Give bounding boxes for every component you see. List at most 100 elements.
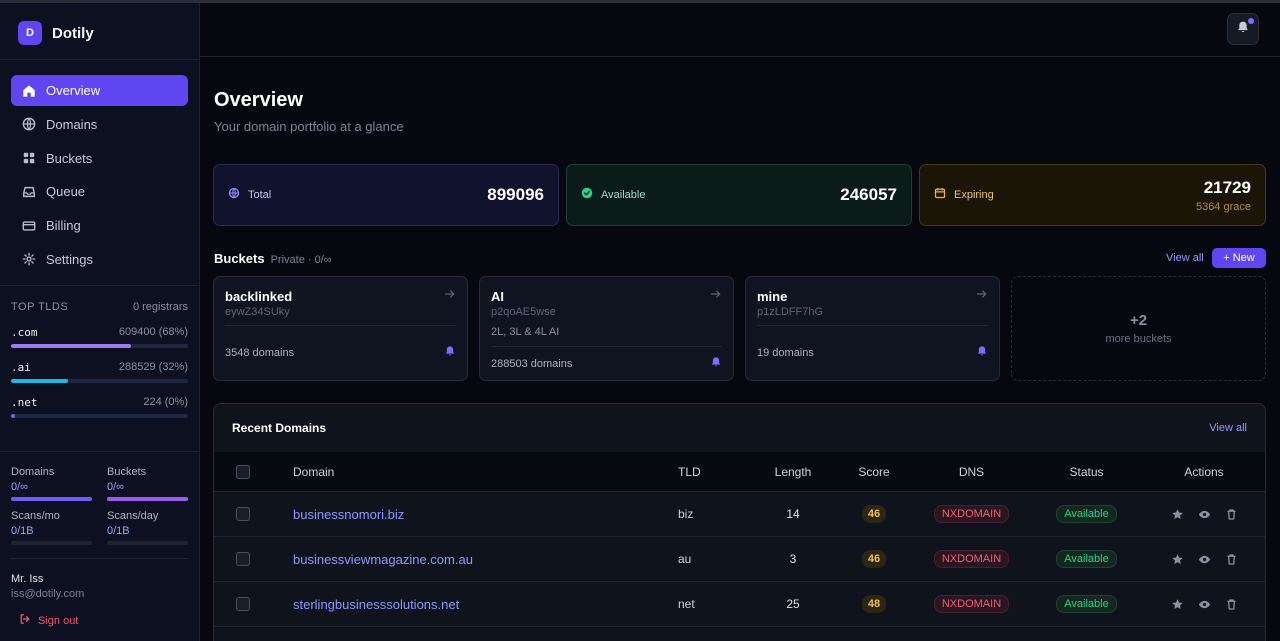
usage-item: Domains 0/∞ <box>11 466 92 501</box>
sidebar-item-label: Queue <box>46 184 86 200</box>
table-row[interactable]: sterlingbusinesssolutions.net net 25 48 NXDO… <box>214 582 1265 627</box>
page-title: Overview <box>214 89 303 111</box>
usage-item: Buckets 0/∞ <box>107 466 188 501</box>
sidebar-item-label: Buckets <box>46 150 93 166</box>
column-header-tld[interactable]: TLD <box>678 452 701 491</box>
tld-share-fill <box>11 344 132 348</box>
sidebar-divider <box>11 558 188 559</box>
tld-row: .com 609400 (68%) <box>11 326 188 348</box>
domain-link[interactable]: sterlingbusinesssolutions.net <box>293 597 459 612</box>
trash-icon[interactable] <box>1225 553 1238 566</box>
column-header-length[interactable]: Length <box>758 452 828 491</box>
tld-name: .com <box>11 326 38 339</box>
tld-name: .net <box>11 396 38 409</box>
eye-icon[interactable] <box>1198 553 1211 566</box>
more-buckets-card[interactable]: +2 more buckets <box>1011 276 1266 381</box>
dns-badge: NXDOMAIN <box>933 505 1010 523</box>
row-checkbox[interactable] <box>236 597 250 611</box>
usage-value: 0/1B <box>11 525 34 537</box>
table-header: Domain TLD Length Score DNS Status Actio… <box>214 452 1265 492</box>
dns-badge: NXDOMAIN <box>933 595 1010 613</box>
star-icon[interactable] <box>1171 508 1184 521</box>
stat-card-expiring[interactable]: Expiring 21729 5364 grace <box>919 164 1266 226</box>
status-badge: Available <box>1056 550 1117 568</box>
buckets-title: Buckets <box>214 251 265 266</box>
bell-icon[interactable] <box>710 355 722 373</box>
sign-out-button[interactable]: Sign out <box>19 613 78 628</box>
domain-link[interactable]: businessnomori.biz <box>293 507 404 522</box>
sidebar-nav: Overview Domains Buckets Queue Billing S… <box>11 75 188 278</box>
stat-card-available[interactable]: Available 246057 <box>566 164 912 226</box>
column-header-domain[interactable]: Domain <box>293 452 334 491</box>
domain-link[interactable]: businessviewmagazine.com.au <box>293 552 473 567</box>
top-tlds-panel: TOP TLDS 0 registrars .com 609400 (68%) .a… <box>11 301 188 418</box>
card-icon <box>22 219 36 233</box>
tld-share-bar <box>11 379 188 383</box>
bell-icon[interactable] <box>444 344 456 362</box>
score-badge: 46 <box>861 550 887 568</box>
brand-logo: D <box>18 21 42 45</box>
brand[interactable]: D Dotily <box>18 21 94 45</box>
more-buckets-count: +2 <box>1129 312 1148 329</box>
top-tlds-heading: TOP TLDS <box>11 301 69 313</box>
trash-icon[interactable] <box>1225 508 1238 521</box>
stat-card-total[interactable]: Total 899096 <box>213 164 559 226</box>
sidebar-item-billing[interactable]: Billing <box>11 210 188 241</box>
usage-fill <box>107 497 188 501</box>
sidebar-item-overview[interactable]: Overview <box>11 75 188 106</box>
sign-out-icon <box>19 613 31 628</box>
trash-icon[interactable] <box>1225 598 1238 611</box>
recent-view-all-link[interactable]: View all <box>1209 422 1247 434</box>
usage-label: Domains <box>11 466 55 478</box>
tld-name: .ai <box>11 361 31 374</box>
row-checkbox[interactable] <box>236 552 250 566</box>
table-row[interactable]: businessnomori.biz biz 14 46 NXDOMAIN Availab… <box>214 492 1265 537</box>
recent-domains-table: Domain TLD Length Score DNS Status Actio… <box>214 452 1265 627</box>
bucket-footer: 19 domains <box>757 325 988 380</box>
tld-cell: biz <box>678 507 694 521</box>
buckets-view-all-link[interactable]: View all <box>1166 252 1204 264</box>
bucket-id: p2qoAE5wse <box>491 306 556 318</box>
sidebar-item-label: Settings <box>46 251 93 267</box>
user-info: Mr. Iss iss@dotily.com <box>11 573 84 600</box>
column-header-dns[interactable]: DNS <box>924 452 1019 491</box>
column-header-status[interactable]: Status <box>1039 452 1134 491</box>
star-icon[interactable] <box>1171 553 1184 566</box>
bucket-card[interactable]: mine p1zLDFF7hG 19 domains <box>745 276 1000 381</box>
select-all-checkbox[interactable] <box>236 464 250 479</box>
top-header <box>200 3 1280 57</box>
tld-cell: net <box>678 597 695 611</box>
notifications-button[interactable] <box>1227 13 1259 45</box>
eye-icon[interactable] <box>1198 598 1211 611</box>
bucket-domain-count: 288503 domains <box>491 357 573 370</box>
star-icon[interactable] <box>1171 598 1184 611</box>
eye-icon[interactable] <box>1198 508 1211 521</box>
bucket-id: eywZ34SUky <box>225 306 290 318</box>
tld-count: 288529 (32%) <box>118 361 188 373</box>
sidebar-item-settings[interactable]: Settings <box>11 244 188 275</box>
sidebar-item-buckets[interactable]: Buckets <box>11 143 188 174</box>
column-header-score[interactable]: Score <box>844 452 904 491</box>
bucket-card[interactable]: backlinked eywZ34SUky 3548 domains <box>213 276 468 381</box>
bucket-name: mine <box>757 289 788 304</box>
bucket-card[interactable]: AI p2qoAE5wse 2L, 3L & 4L AI 288503 doma… <box>479 276 734 381</box>
usage-fill <box>11 497 92 501</box>
arrow-right-icon <box>710 287 722 305</box>
table-row[interactable]: businessviewmagazine.com.au au 3 46 NXDOMAIN… <box>214 537 1265 582</box>
gear-icon <box>22 252 36 266</box>
arrow-right-icon <box>976 287 988 305</box>
row-checkbox[interactable] <box>236 507 250 521</box>
bucket-name: AI <box>491 289 504 304</box>
user-email: iss@dotily.com <box>11 588 85 600</box>
sidebar-item-queue[interactable]: Queue <box>11 176 188 207</box>
usage-label: Scans/day <box>107 510 159 522</box>
sidebar-divider <box>0 59 199 60</box>
new-bucket-button[interactable]: + New <box>1212 248 1266 268</box>
usage-item: Scans/day 0/1B <box>107 510 188 545</box>
sidebar-divider <box>0 451 199 452</box>
usage-bar <box>107 497 188 501</box>
check-circle-icon <box>581 186 593 204</box>
sidebar-item-domains[interactable]: Domains <box>11 109 188 140</box>
bell-icon[interactable] <box>976 344 988 362</box>
arrow-right-icon <box>444 287 456 305</box>
